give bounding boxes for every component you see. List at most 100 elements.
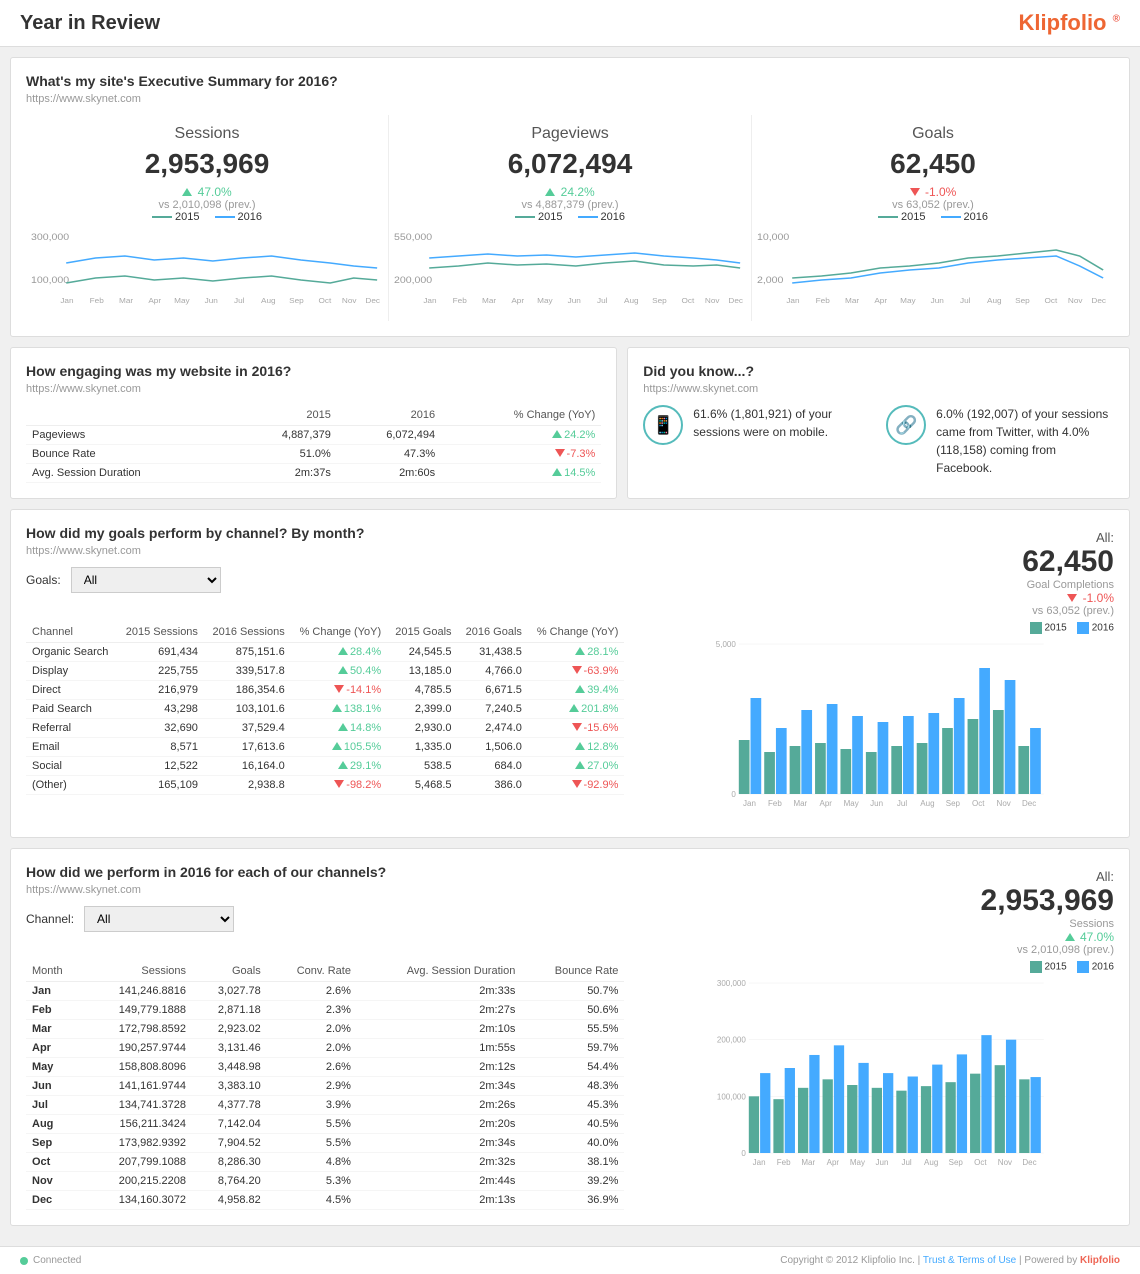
table-row: Display 225,755 339,517.8 50.4% 13,185.0… — [26, 662, 624, 681]
gcol-s2016: 2016 Sessions — [204, 622, 291, 643]
svg-text:Sep: Sep — [1015, 297, 1030, 305]
gc-legend-green — [1030, 622, 1042, 634]
goals-label-text: Goals: — [26, 573, 61, 587]
exec-summary-title: What's my site's Executive Summary for 2… — [26, 73, 1114, 89]
channel-all-label: All: — [981, 869, 1114, 884]
svg-text:Jul: Jul — [902, 1158, 912, 1167]
channel-select[interactable]: All — [84, 906, 234, 932]
svg-text:Dec: Dec — [1022, 799, 1036, 808]
channel-table: Month Sessions Goals Conv. Rate Avg. Ses… — [26, 961, 624, 1210]
sessions-up-arrow — [182, 188, 192, 196]
goals-value: 62,450 — [757, 148, 1109, 180]
svg-text:Feb: Feb — [90, 297, 104, 305]
svg-text:Jan: Jan — [786, 297, 799, 305]
dyk-title: Did you know...? — [643, 363, 1114, 379]
channel-all-stat: All: 2,953,969 Sessions 47.0% vs 2,010,0… — [981, 864, 1114, 956]
table-row: Apr 190,257.9744 3,131.46 2.0% 1m:55s 59… — [26, 1039, 624, 1058]
svg-text:May: May — [174, 297, 190, 305]
g-legend-green — [878, 216, 898, 218]
goals-layout: Channel 2015 Sessions 2016 Sessions % Ch… — [26, 622, 1114, 822]
svg-text:Apr: Apr — [511, 297, 524, 305]
svg-text:200,000: 200,000 — [717, 1036, 746, 1045]
goals-chart-legend: 2015 2016 — [644, 622, 1114, 634]
goals-select[interactable]: All — [71, 567, 221, 593]
channel-all-sublabel: Sessions — [981, 918, 1114, 930]
svg-text:0: 0 — [732, 790, 737, 799]
powered-by: Powered by — [1024, 1255, 1077, 1266]
goals-all-sublabel: Goal Completions — [1022, 579, 1114, 591]
svg-text:Sep: Sep — [946, 799, 961, 808]
trust-link[interactable]: Trust & Terms of Use — [923, 1255, 1016, 1266]
metrics-row: Sessions 2,953,969 47.0% vs 2,010,098 (p… — [26, 115, 1114, 321]
gcol-gc: % Change (YoY) — [528, 622, 625, 643]
pageviews-value: 6,072,494 — [394, 148, 746, 180]
table-row: Feb 149,779.1888 2,871.18 2.3% 2m:27s 50… — [26, 1001, 624, 1020]
goals-prev: vs 63,052 (prev.) — [757, 199, 1109, 211]
table-row: Nov 200,215.2208 8,764.20 5.3% 2m:44s 39… — [26, 1172, 624, 1191]
svg-text:Aug: Aug — [921, 799, 935, 808]
channel-chart-legend: 2015 2016 — [644, 961, 1114, 973]
table-row: Oct 207,799.1088 8,286.30 4.8% 2m:32s 38… — [26, 1153, 624, 1172]
svg-text:Nov: Nov — [998, 1158, 1012, 1167]
svg-text:Jul: Jul — [897, 799, 907, 808]
pageviews-legend: 2015 2016 — [394, 211, 746, 223]
goals-bar-chart: 05,000JanFebMarAprMayJunJulAugSepOctNovD… — [644, 639, 1114, 819]
svg-text:100,000: 100,000 — [31, 276, 70, 286]
ccol-conv: Conv. Rate — [267, 961, 357, 982]
table-row: Paid Search 43,298 103,101.6 138.1% 2,39… — [26, 700, 624, 719]
pageviews-chart: 550,000 200,000 Jan Feb Mar Apr May Jun … — [394, 228, 746, 308]
pv-legend-blue — [578, 216, 598, 218]
engagement-title: How engaging was my website in 2016? — [26, 363, 601, 379]
engagement-row: How engaging was my website in 2016? htt… — [10, 347, 1130, 499]
svg-text:Feb: Feb — [768, 799, 782, 808]
gcol-g2015: 2015 Goals — [387, 622, 457, 643]
exec-summary-url: https://www.skynet.com — [26, 93, 1114, 105]
table-row: Referral 32,690 37,529.4 14.8% 2,930.0 2… — [26, 719, 624, 738]
svg-text:300,000: 300,000 — [31, 233, 70, 243]
metric-sessions: Sessions 2,953,969 47.0% vs 2,010,098 (p… — [26, 115, 389, 321]
svg-text:May: May — [537, 297, 553, 305]
svg-text:Jun: Jun — [568, 297, 581, 305]
goals-legend: 2015 2016 — [757, 211, 1109, 223]
top-bar: Year in Review Klipfolio ® — [0, 0, 1140, 47]
dyk-item-social: 🔗 6.0% (192,007) of your sessions came f… — [886, 405, 1114, 477]
svg-text:Sep: Sep — [652, 297, 667, 305]
dyk-item-mobile: 📱 61.6% (1,801,921) of your sessions wer… — [643, 405, 871, 445]
did-you-know-card: Did you know...? https://www.skynet.com … — [627, 347, 1130, 499]
pageviews-prev: vs 4,887,379 (prev.) — [394, 199, 746, 211]
table-row: Organic Search 691,434 875,151.6 28.4% 2… — [26, 643, 624, 662]
svg-text:5,000: 5,000 — [716, 640, 737, 649]
svg-text:Jun: Jun — [931, 297, 944, 305]
svg-text:200,000: 200,000 — [394, 276, 433, 286]
svg-text:Apr: Apr — [874, 297, 887, 305]
pageviews-label: Pageviews — [394, 125, 746, 143]
ccol-bounce: Bounce Rate — [521, 961, 624, 982]
logo-text: Klipfolio — [1019, 10, 1107, 35]
goals-table-area: Channel 2015 Sessions 2016 Sessions % Ch… — [26, 622, 624, 822]
legend-blue-dot — [215, 216, 235, 218]
svg-text:Aug: Aug — [924, 1158, 938, 1167]
pageviews-change: 24.2% — [394, 185, 746, 199]
sessions-chart: 300,000 100,000 Jan Feb Mar Apr May Jun … — [31, 228, 383, 308]
engagement-url: https://www.skynet.com — [26, 383, 601, 395]
page-content: What's my site's Executive Summary for 2… — [0, 47, 1140, 1246]
eng-col-metric — [26, 405, 233, 426]
gcol-g2016: 2016 Goals — [458, 622, 528, 643]
goals-table: Channel 2015 Sessions 2016 Sessions % Ch… — [26, 622, 624, 795]
channel-header-left: How did we perform in 2016 for each of o… — [26, 864, 386, 942]
svg-text:Dec: Dec — [1023, 1158, 1037, 1167]
ccol-sessions: Sessions — [84, 961, 192, 982]
eng-col-2015: 2015 — [233, 405, 337, 426]
engagement-card: How engaging was my website in 2016? htt… — [10, 347, 617, 499]
pageviews-up-arrow — [545, 188, 555, 196]
eng-col-2016: 2016 — [337, 405, 441, 426]
svg-text:May: May — [850, 1158, 865, 1167]
svg-text:Jun: Jun — [876, 1158, 889, 1167]
goals-section-header: How did my goals perform by channel? By … — [26, 525, 1114, 617]
metric-pageviews: Pageviews 6,072,494 24.2% vs 4,887,379 (… — [389, 115, 752, 321]
svg-text:Mar: Mar — [482, 297, 497, 305]
eng-col-change: % Change (YoY) — [441, 405, 601, 426]
svg-text:Oct: Oct — [972, 799, 985, 808]
channel-chart-area: 2015 2016 0100,000200,000300,000JanFebMa… — [644, 961, 1114, 1210]
sessions-label: Sessions — [31, 125, 383, 143]
